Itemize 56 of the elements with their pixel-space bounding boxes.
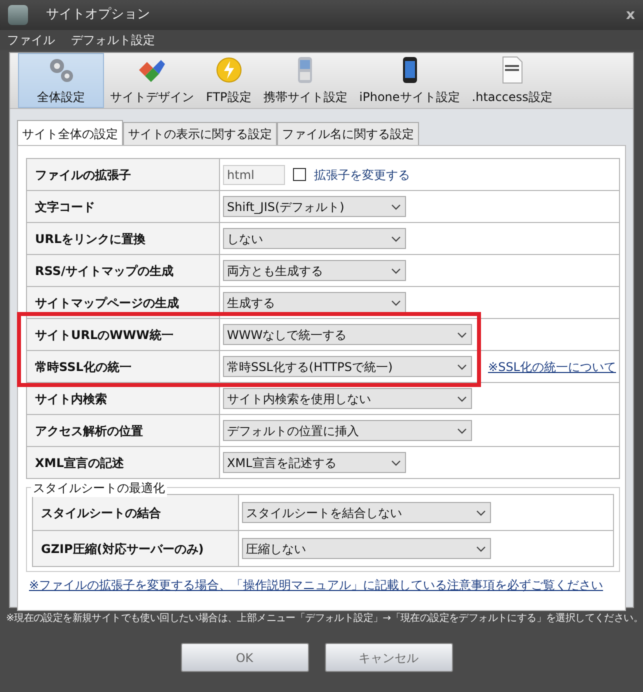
chevron-icon (476, 546, 486, 552)
window-title: サイトオプション (46, 6, 150, 24)
dropdown[interactable]: サイト内検索を使用しない (223, 388, 472, 409)
setting-label: URLをリンクに置換 (26, 222, 220, 254)
dialog-button[interactable]: キャンセル (324, 643, 452, 672)
toolbar-button[interactable]: FTP設定 (200, 53, 258, 108)
toolbar-button[interactable]: サイトデザイン (104, 53, 200, 108)
dropdown[interactable]: 常時SSL化する(HTTPSで統一) (223, 356, 472, 377)
chevron-icon (457, 396, 468, 402)
toolbar-button[interactable]: .htaccess設定 (466, 53, 558, 108)
chevron-icon (457, 364, 468, 370)
dropdown[interactable]: XML宣言を記述する (223, 452, 406, 473)
dropdown[interactable]: デフォルトの位置に挿入 (223, 420, 472, 441)
ssl-link[interactable]: ※SSL化の統一について (488, 358, 616, 376)
menu-item[interactable]: デフォルト設定 (71, 31, 155, 49)
dropdown[interactable]: Shift_JIS(デフォルト) (223, 196, 406, 217)
phone-icon (296, 56, 314, 84)
setting-label: 常時SSL化の統一 (26, 350, 220, 382)
chevron-icon (391, 300, 402, 306)
setting-label: RSS/サイトマップの生成 (26, 254, 220, 286)
dropdown[interactable]: しない (223, 228, 406, 249)
dropdown[interactable]: 圧縮しない (242, 538, 491, 559)
chevron-icon (391, 460, 402, 466)
setting-label: GZIP圧縮(対応サーバーのみ) (32, 530, 238, 566)
toolbar-button[interactable]: iPhoneサイト設定 (353, 53, 466, 108)
lightning-icon (214, 56, 243, 84)
dropdown[interactable]: 両方とも生成する (223, 260, 406, 281)
tab[interactable]: サイトの表示に関する設定 (123, 122, 277, 145)
toolbar-button[interactable]: 携帯サイト設定 (257, 53, 354, 108)
document-icon (500, 56, 524, 84)
close-button[interactable]: x (626, 4, 635, 26)
chevron-icon (391, 204, 402, 210)
dropdown[interactable]: スタイルシートを結合しない (242, 502, 491, 523)
dialog-button[interactable]: OK (180, 643, 308, 672)
menu-item[interactable]: ファイル (7, 31, 55, 49)
setting-label: XML宣言の記述 (26, 446, 220, 478)
dropdown[interactable]: WWWなしで統一する (223, 324, 472, 345)
setting-label: スタイルシートの結合 (32, 494, 238, 530)
chevron-icon (391, 236, 402, 242)
smartphone-icon (400, 56, 419, 84)
setting-label: サイトURLのWWW統一 (26, 318, 220, 350)
toolbar-button[interactable]: 全体設定 (18, 53, 104, 108)
setting-label: ファイルの拡張子 (26, 158, 220, 190)
footer-note: ※現在の設定を新規サイトでも使い回したい場合は、上部メニュー「デフォルト設定」→「現在の設定をデフォルトにする」を選択してください。 (5, 612, 643, 626)
setting-label: 文字コード (26, 190, 220, 222)
chevron-icon (457, 428, 468, 434)
manual-link[interactable]: ※ファイルの拡張子を変更する場合、「操作説明マニュアル」に記載している注意事項を必ずご覧ください (29, 578, 604, 592)
tab[interactable]: サイト全体の設定 (17, 120, 123, 145)
dropdown[interactable]: 生成する (223, 292, 406, 313)
chevron-icon (457, 332, 468, 338)
group-legend: スタイルシートの最適化 (31, 479, 167, 497)
setting-label: アクセス解析の位置 (26, 414, 220, 446)
chevron-icon (476, 510, 486, 516)
chevron-icon (391, 268, 402, 274)
app-icon (8, 5, 28, 25)
tab[interactable]: ファイル名に関する設定 (277, 122, 419, 145)
